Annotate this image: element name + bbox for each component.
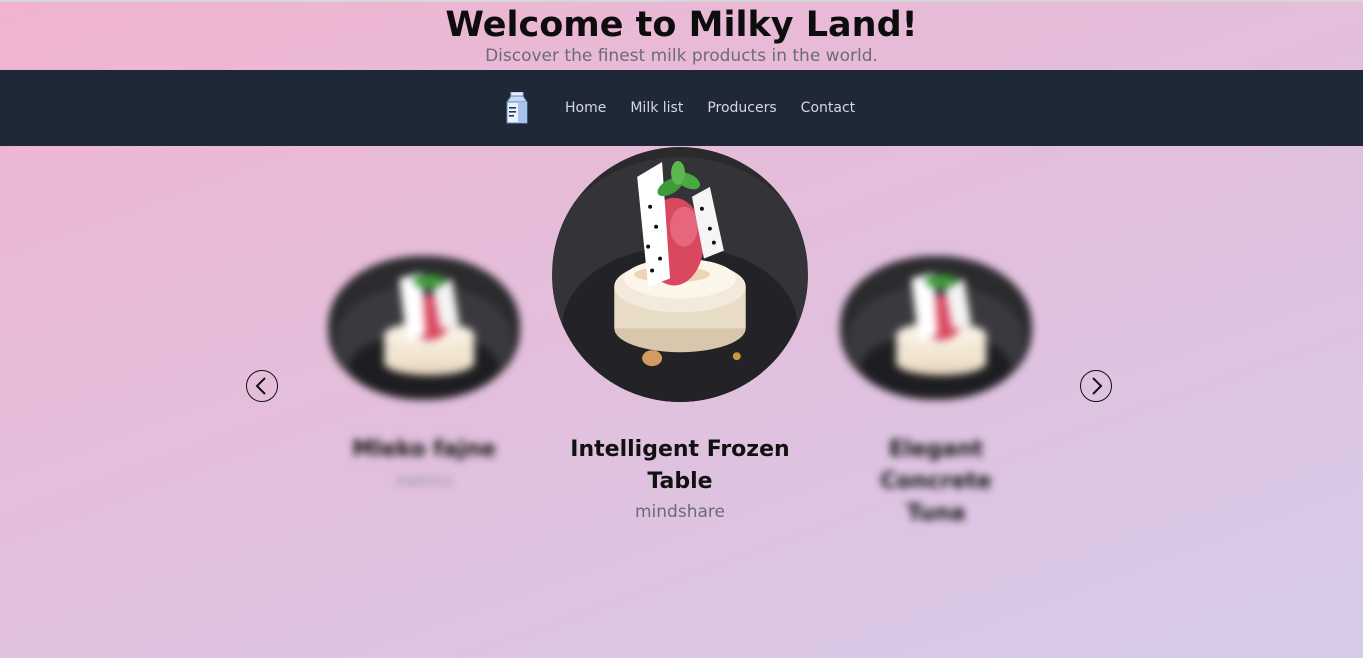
product-card-title: Intelligent Frozen Table xyxy=(570,437,790,494)
product-card-subtitle: metrics xyxy=(395,472,453,490)
carousel-prev-button[interactable] xyxy=(246,370,278,402)
nav-contact-link[interactable]: Contact xyxy=(801,100,855,116)
product-card-title: Elegant Concrete Tuna xyxy=(880,437,992,526)
product-card-active[interactable]: Intelligent Frozen Table mindshare xyxy=(552,146,808,546)
product-card-title: Mleko fajne xyxy=(352,437,496,462)
product-image xyxy=(552,147,808,402)
carousel-next-button[interactable] xyxy=(1080,370,1112,402)
nav-home-link[interactable]: Home xyxy=(565,100,606,116)
product-carousel: Mleko fajne metrics Intelligent Frozen T… xyxy=(0,146,1363,658)
product-image xyxy=(840,256,1032,400)
product-card-right[interactable]: Elegant Concrete Tuna xyxy=(840,256,1032,546)
page-subtitle: Discover the finest milk products in the… xyxy=(485,46,878,66)
product-card-subtitle: mindshare xyxy=(635,502,725,522)
chevron-left-icon xyxy=(255,377,266,395)
milk-carton-icon[interactable] xyxy=(506,91,528,124)
chevron-right-icon xyxy=(1092,377,1103,395)
nav-producers-link[interactable]: Producers xyxy=(707,100,776,116)
product-image xyxy=(328,256,520,400)
page-header: Welcome to Milky Land! Discover the fine… xyxy=(0,0,1363,70)
navbar: Home Milk list Producers Contact xyxy=(0,70,1363,146)
product-card-left[interactable]: Mleko fajne metrics xyxy=(328,256,520,506)
page-title: Welcome to Milky Land! xyxy=(445,5,918,45)
nav-menu: Home Milk list Producers Contact xyxy=(506,70,879,146)
nav-milk-list-link[interactable]: Milk list xyxy=(630,100,683,116)
